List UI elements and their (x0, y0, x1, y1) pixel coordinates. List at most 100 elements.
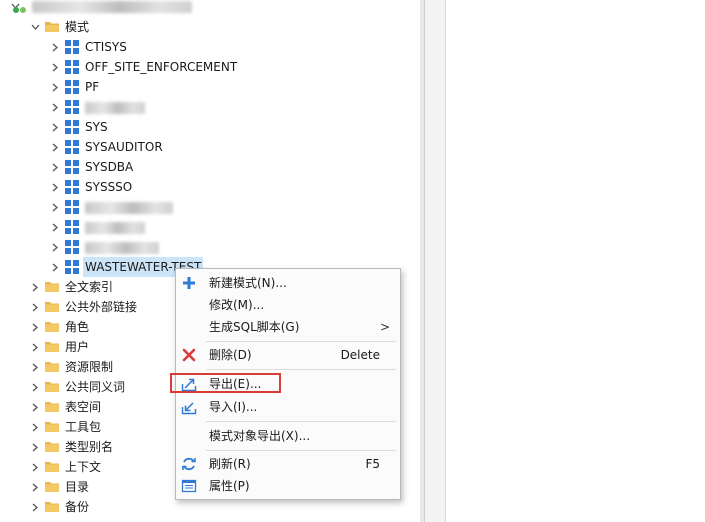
schema-label: CTISYS (85, 40, 127, 54)
menu-separator (206, 369, 396, 370)
menu-shortcut: Delete (340, 348, 380, 362)
schema-icon (64, 199, 80, 215)
menu-item-schema-object-export[interactable]: 模式对象导出(X)... (176, 425, 400, 447)
folder-icon (44, 399, 60, 415)
chevron-right-icon[interactable] (28, 417, 42, 437)
chevron-right-icon[interactable] (28, 337, 42, 357)
redacted-text (85, 241, 159, 254)
chevron-right-icon[interactable] (48, 157, 62, 177)
chevron-right-icon[interactable] (48, 177, 62, 197)
schema-label (83, 197, 175, 217)
chevron-right-icon[interactable] (28, 277, 42, 297)
schema-icon (64, 79, 80, 95)
tree-row-folder[interactable]: 备份 (0, 497, 420, 517)
folder-label: 资源限制 (65, 360, 114, 374)
folder-icon (44, 299, 60, 315)
folder-label: 备份 (65, 500, 90, 514)
chevron-right-icon[interactable] (48, 217, 62, 237)
menu-item-label: 删除(D) (209, 348, 252, 362)
schema-icon (64, 39, 80, 55)
tree-row-schema-group[interactable]: 模式 (0, 17, 420, 37)
schema-label: SYSAUDITOR (85, 140, 163, 154)
menu-item-import[interactable]: 导入(I)... (176, 396, 400, 418)
tree-row-schema[interactable] (0, 217, 420, 237)
chevron-right-icon[interactable] (48, 77, 62, 97)
redacted-text (32, 0, 192, 13)
chevron-right-icon[interactable] (28, 317, 42, 337)
chevron-right-icon[interactable] (48, 57, 62, 77)
chevron-right-icon[interactable] (28, 377, 42, 397)
schema-icon (64, 99, 80, 115)
menu-item-label: 导入(I)... (209, 400, 258, 414)
menu-item-delete[interactable]: 删除(D) Delete (176, 344, 400, 366)
chevron-right-icon[interactable] (48, 237, 62, 257)
properties-icon (181, 478, 197, 494)
chevron-right-icon[interactable] (28, 357, 42, 377)
menu-item-generate-sql[interactable]: 生成SQL脚本(G) > (176, 316, 400, 338)
tree-row-schema[interactable]: SYSSSO (0, 177, 420, 197)
menu-separator (206, 450, 396, 451)
tree-row-schema[interactable] (0, 237, 420, 257)
redacted-text (85, 201, 173, 214)
editor-pane[interactable] (446, 0, 705, 522)
chevron-right-icon[interactable] (48, 117, 62, 137)
tree-row-schema[interactable]: SYSDBA (0, 157, 420, 177)
folder-icon (44, 279, 60, 295)
tree-row-schema[interactable] (0, 97, 420, 117)
tree-row-schema[interactable]: PF (0, 77, 420, 97)
chevron-right-icon[interactable] (48, 257, 62, 277)
menu-item-label: 刷新(R) (209, 457, 251, 471)
folder-icon (44, 459, 60, 475)
chevron-right-icon[interactable] (28, 497, 42, 517)
menu-item-label: 生成SQL脚本(G) (209, 320, 300, 334)
menu-item-properties[interactable]: 属性(P) (176, 475, 400, 497)
menu-item-label: 模式对象导出(X)... (209, 429, 311, 443)
folder-open-icon (44, 19, 60, 35)
schema-label (83, 97, 147, 117)
chevron-right-icon[interactable] (28, 437, 42, 457)
tree-row-connection[interactable] (0, 0, 420, 16)
menu-item-new-schema[interactable]: 新建模式(N)... (176, 272, 400, 294)
refresh-icon (181, 456, 197, 472)
schema-label: SYSSSO (85, 180, 133, 194)
menu-item-modify[interactable]: 修改(M)... (176, 294, 400, 316)
menu-separator (206, 421, 396, 422)
chevron-right-icon[interactable] (48, 97, 62, 117)
plus-icon (181, 275, 197, 291)
tree-row-schema[interactable]: CTISYS (0, 37, 420, 57)
schema-icon (64, 179, 80, 195)
schema-label: OFF_SITE_ENFORCEMENT (85, 60, 238, 74)
tree-row-schema[interactable]: OFF_SITE_ENFORCEMENT (0, 57, 420, 77)
tree-row-schema[interactable]: SYSAUDITOR (0, 137, 420, 157)
redacted-text (85, 221, 145, 234)
folder-label: 用户 (65, 340, 90, 354)
folder-icon (44, 379, 60, 395)
schema-icon (64, 159, 80, 175)
chevron-right-icon[interactable] (48, 37, 62, 57)
schema-icon (64, 219, 80, 235)
schema-icon (64, 239, 80, 255)
folder-label: 角色 (65, 320, 90, 334)
chevron-right-icon[interactable] (28, 457, 42, 477)
tree-row-schema[interactable]: SYS (0, 117, 420, 137)
folder-label: 类型别名 (65, 440, 114, 454)
menu-item-refresh[interactable]: 刷新(R) F5 (176, 453, 400, 475)
folder-label: 全文索引 (65, 280, 114, 294)
editor-gutter (425, 0, 445, 522)
chevron-right-icon[interactable] (28, 297, 42, 317)
folder-icon (44, 479, 60, 495)
schema-label: SYSDBA (85, 160, 134, 174)
chevron-down-icon[interactable] (28, 17, 42, 37)
folder-label: 上下文 (65, 460, 102, 474)
chevron-right-icon[interactable] (48, 137, 62, 157)
schema-label: PF (85, 80, 100, 94)
chevron-right-icon[interactable] (48, 197, 62, 217)
backup-icon (44, 516, 60, 522)
chevron-right-icon[interactable] (28, 477, 42, 497)
chevron-right-icon[interactable] (28, 397, 42, 417)
tree-row-schema[interactable] (0, 197, 420, 217)
connection-icon (12, 0, 28, 16)
export-highlight-annotation (170, 373, 281, 393)
schema-label: SYS (85, 120, 108, 134)
menu-item-label: 修改(M)... (209, 298, 265, 312)
